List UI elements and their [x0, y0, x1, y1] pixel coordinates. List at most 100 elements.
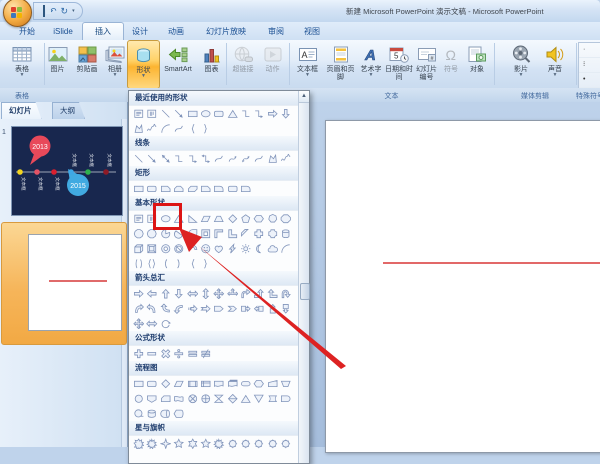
shape-elbow-connector[interactable]	[239, 107, 252, 120]
movie-button[interactable]: 影片▼	[505, 41, 537, 87]
shape-cube[interactable]	[132, 242, 145, 255]
shape-right-brace[interactable]	[199, 122, 212, 135]
shape-no-symbol[interactable]	[172, 242, 185, 255]
shape-elbow-double-arrow-connector[interactable]	[199, 152, 212, 165]
shape-star-12-point[interactable]	[239, 437, 252, 450]
shape-moon[interactable]	[253, 242, 266, 255]
shape-left-right-arrow[interactable]	[186, 287, 199, 300]
slide-thumbnail-2-selected[interactable]	[1, 222, 127, 345]
shape-sequential-access-storage[interactable]	[132, 407, 145, 420]
shape-star-6-point[interactable]	[186, 437, 199, 450]
shape-star-8-point[interactable]	[212, 437, 225, 450]
shape-striped-right-arrow[interactable]	[186, 302, 199, 315]
shape-notched-right-arrow[interactable]	[199, 302, 212, 315]
slide-thumbnail-1[interactable]: 20132015文本框文本框文本框文本框文本框文本框	[11, 126, 123, 216]
shape-left-bracket[interactable]	[159, 257, 172, 270]
shape-plaque[interactable]	[266, 227, 279, 240]
shape-data[interactable]	[172, 377, 185, 390]
clipart-button[interactable]: 剪贴画	[72, 41, 102, 87]
slide-red-line-shape[interactable]	[383, 262, 600, 264]
ribbon-tab-视图[interactable]: 视图	[294, 23, 330, 40]
shape-merge[interactable]	[253, 392, 266, 405]
shape-display[interactable]	[172, 407, 185, 420]
redo-button[interactable]: ↻	[61, 4, 69, 18]
shape-right-arrow[interactable]	[266, 107, 279, 120]
shape-right-bracket[interactable]	[172, 257, 185, 270]
shape-text-box[interactable]	[132, 212, 145, 225]
scroll-up-arrow-icon[interactable]: ▲	[299, 91, 309, 103]
shape-smiley-face[interactable]	[199, 242, 212, 255]
chart-button[interactable]: 图表	[198, 41, 225, 87]
ribbon-tab-iSlide[interactable]: iSlide	[44, 23, 82, 40]
shape-heptagon[interactable]	[266, 212, 279, 225]
qat-customize-button[interactable]: ▾	[72, 4, 75, 18]
shape-line-arrow[interactable]	[172, 107, 185, 120]
album-button[interactable]: 相册▼	[103, 41, 127, 87]
shape-cross[interactable]	[253, 227, 266, 240]
shape-explosion-2[interactable]	[145, 437, 158, 450]
shape-freeform[interactable]	[266, 152, 279, 165]
shape-double-brace[interactable]	[145, 257, 158, 270]
shape-preparation[interactable]	[253, 377, 266, 390]
shape-off-page-connector[interactable]	[145, 392, 158, 405]
shape-diagonal-stripe[interactable]	[239, 227, 252, 240]
shape-card[interactable]	[159, 392, 172, 405]
shape-star-4-point[interactable]	[159, 437, 172, 450]
shape-sun[interactable]	[239, 242, 252, 255]
shape-direct-access-storage[interactable]	[159, 407, 172, 420]
shape-up-down-arrow[interactable]	[199, 287, 212, 300]
shape-extract[interactable]	[239, 392, 252, 405]
scrollbar-thumb[interactable]	[300, 283, 310, 300]
shape-curve[interactable]	[253, 152, 266, 165]
shape-decagon[interactable]	[132, 227, 145, 240]
shape-curved-double-arrow-connector[interactable]	[239, 152, 252, 165]
shape-line-double-arrow[interactable]	[159, 152, 172, 165]
shape-division-sign[interactable]	[172, 347, 185, 360]
shape-delay[interactable]	[279, 392, 292, 405]
shape-left-up-arrow[interactable]	[266, 287, 279, 300]
shape-curved-connector[interactable]	[212, 152, 225, 165]
shape-curved-down-arrow[interactable]	[172, 302, 185, 315]
shape-multidocument[interactable]	[226, 377, 239, 390]
shape-double-bracket[interactable]	[132, 257, 145, 270]
shape-down-arrow[interactable]	[279, 107, 292, 120]
datetime-button[interactable]: 5日期和时间	[385, 41, 413, 87]
shape-regular-pentagon[interactable]	[239, 212, 252, 225]
shape-down-arrow-callout[interactable]	[279, 302, 292, 315]
shape-curved-left-arrow[interactable]	[145, 302, 158, 315]
shape-down-arrow[interactable]	[172, 287, 185, 300]
shape-star-24-point[interactable]	[266, 437, 279, 450]
shape-quad-arrow-callout[interactable]	[132, 317, 145, 330]
shape-can[interactable]	[279, 227, 292, 240]
shape-half-frame[interactable]	[212, 227, 225, 240]
textbox-button[interactable]: A文本框▼	[291, 41, 324, 87]
shape-round-diagonal-corner-rectangle[interactable]	[239, 182, 252, 195]
shape-circular-arrow[interactable]	[159, 317, 172, 330]
ribbon-tab-插入[interactable]: 插入	[82, 22, 124, 41]
smartart-button[interactable]: SmartArt	[158, 41, 198, 87]
shape-rounded-rectangle[interactable]	[145, 182, 158, 195]
shape-bent-up-arrow[interactable]	[253, 287, 266, 300]
sound-button[interactable]: 声音▼	[539, 41, 571, 87]
shape-curved-right-arrow[interactable]	[132, 302, 145, 315]
shape-star-7-point[interactable]	[199, 437, 212, 450]
shape-document[interactable]	[212, 377, 225, 390]
ribbon-tab-审阅[interactable]: 审阅	[258, 23, 294, 40]
shape-trapezoid[interactable]	[212, 212, 225, 225]
shape-star-5-point[interactable]	[172, 437, 185, 450]
shape-isosceles-triangle[interactable]	[226, 107, 239, 120]
shape-stored-data[interactable]	[266, 392, 279, 405]
shape-star-10-point[interactable]	[226, 437, 239, 450]
shape-line[interactable]	[159, 107, 172, 120]
headerfooter-button[interactable]: 页眉和页脚	[324, 41, 357, 87]
shape-or[interactable]	[199, 392, 212, 405]
shape-star-32-point[interactable]	[279, 437, 292, 450]
slide-canvas[interactable]	[325, 120, 600, 453]
shape-hexagon[interactable]	[253, 212, 266, 225]
shape-round-same-side-corner-rectangle[interactable]	[226, 182, 239, 195]
shape-text-box[interactable]	[132, 107, 145, 120]
shape-terminator[interactable]	[239, 377, 252, 390]
shape-manual-input[interactable]	[266, 377, 279, 390]
shape-right-arrow[interactable]	[132, 287, 145, 300]
shape-arc[interactable]	[279, 242, 292, 255]
